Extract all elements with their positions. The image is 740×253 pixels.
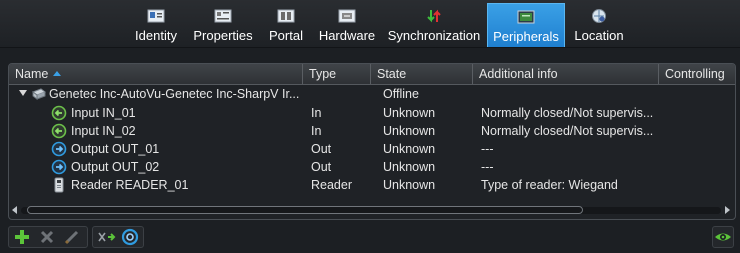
input-icon xyxy=(51,123,67,139)
hardware-icon xyxy=(338,9,356,23)
cell-name: Input IN_02 xyxy=(71,124,136,138)
tab-location[interactable]: Location xyxy=(570,3,628,47)
edit-button[interactable] xyxy=(61,226,83,248)
tab-hardware[interactable]: Hardware xyxy=(316,3,378,47)
cell-additional-info: Type of reader: Wiegand xyxy=(481,178,618,192)
tab-peripherals[interactable]: Peripherals xyxy=(487,3,565,47)
table-row[interactable]: Input IN_02 In Unknown Normally closed/N… xyxy=(9,122,735,140)
identity-icon xyxy=(147,9,165,23)
tab-label: Identity xyxy=(135,28,177,43)
cell-name: Output OUT_01 xyxy=(71,142,160,156)
tab-label: Location xyxy=(574,28,624,43)
cell-name: Reader READER_01 xyxy=(71,178,189,192)
cell-state: Offline xyxy=(383,87,419,101)
cell-type: In xyxy=(311,124,322,138)
cell-type: Out xyxy=(311,160,332,174)
column-label: Type xyxy=(309,67,337,81)
sort-ascending-icon xyxy=(53,71,62,76)
add-icon xyxy=(15,230,29,244)
scroll-left-icon[interactable] xyxy=(12,206,17,214)
cell-additional-info: Normally closed/Not supervis... xyxy=(481,124,654,138)
cell-name: Genetec Inc-AutoVu-Genetec Inc-SharpV Ir… xyxy=(49,87,300,101)
tab-label: Portal xyxy=(269,28,303,43)
location-icon xyxy=(592,9,606,23)
tab-synchronization[interactable]: Synchronization xyxy=(386,3,482,47)
delete-button[interactable] xyxy=(36,226,58,248)
cell-type: Reader xyxy=(311,178,352,192)
output-icon xyxy=(51,141,67,157)
column-label: Additional info xyxy=(479,67,558,81)
tab-properties[interactable]: Properties xyxy=(190,3,256,47)
table-row[interactable]: Output OUT_01 Out Unknown --- xyxy=(9,140,735,158)
add-button[interactable] xyxy=(11,226,33,248)
column-header-controlling[interactable]: Controlling xyxy=(659,64,735,84)
cell-type: In xyxy=(311,106,322,120)
cell-additional-info: --- xyxy=(481,160,494,174)
tab-label: Properties xyxy=(193,28,253,43)
cell-name: Input IN_01 xyxy=(71,106,136,120)
cell-additional-info: Normally closed/Not supervis... xyxy=(481,106,654,120)
peripherals-table: Name Type State Additional info Controll… xyxy=(8,63,736,220)
reader-icon xyxy=(54,177,64,193)
column-label: Name xyxy=(15,67,49,81)
cell-state: Unknown xyxy=(383,160,436,174)
eye-icon xyxy=(715,233,731,241)
cell-type xyxy=(309,85,369,103)
tab-label: Synchronization xyxy=(387,28,481,43)
portal-icon xyxy=(277,9,295,23)
table-row[interactable]: Reader READER_01 Reader Unknown Type of … xyxy=(9,176,735,194)
synchronization-icon xyxy=(427,9,441,23)
cell-name: Output OUT_02 xyxy=(71,160,160,174)
view-button[interactable] xyxy=(712,226,734,248)
cell-additional-info: --- xyxy=(481,142,494,156)
output-icon xyxy=(51,159,67,175)
column-label: Controlling xyxy=(665,67,725,81)
shunt-button[interactable] xyxy=(119,226,141,248)
tab-portal[interactable]: Portal xyxy=(264,3,308,47)
delete-icon xyxy=(40,230,54,244)
column-header-state[interactable]: State xyxy=(371,64,473,84)
cell-state: Unknown xyxy=(383,142,436,156)
cell-additional-info xyxy=(481,85,657,103)
edit-icon xyxy=(64,230,79,245)
camera-unit-icon xyxy=(31,88,47,100)
tab-bar: Identity Properties Portal Hardware Sync… xyxy=(0,0,740,48)
table-row[interactable]: Genetec Inc-AutoVu-Genetec Inc-SharpV Ir… xyxy=(9,85,735,103)
column-label: State xyxy=(377,67,407,81)
cell-state: Unknown xyxy=(383,106,436,120)
input-icon xyxy=(51,105,67,121)
column-header-name[interactable]: Name xyxy=(9,64,303,84)
cell-type: Out xyxy=(311,142,332,156)
cell-state: Unknown xyxy=(383,124,436,138)
move-icon xyxy=(98,232,116,242)
properties-icon xyxy=(214,9,232,23)
move-button[interactable] xyxy=(95,226,117,248)
scrollbar-thumb[interactable] xyxy=(27,206,583,214)
peripherals-icon xyxy=(517,10,535,24)
expand-collapse-icon[interactable] xyxy=(19,90,27,96)
shunt-icon xyxy=(121,228,139,246)
tab-label: Hardware xyxy=(318,28,376,43)
table-row[interactable]: Output OUT_02 Out Unknown --- xyxy=(9,158,735,176)
cell-state: Unknown xyxy=(383,178,436,192)
tab-identity[interactable]: Identity xyxy=(130,3,182,47)
scroll-right-icon[interactable] xyxy=(725,206,730,214)
horizontal-scrollbar[interactable] xyxy=(9,203,735,217)
column-header-type[interactable]: Type xyxy=(303,64,371,84)
tab-label: Peripherals xyxy=(493,29,559,44)
column-header-additional-info[interactable]: Additional info xyxy=(473,64,659,84)
table-row[interactable]: Input IN_01 In Unknown Normally closed/N… xyxy=(9,104,735,122)
table-header: Name Type State Additional info Controll… xyxy=(9,64,735,85)
